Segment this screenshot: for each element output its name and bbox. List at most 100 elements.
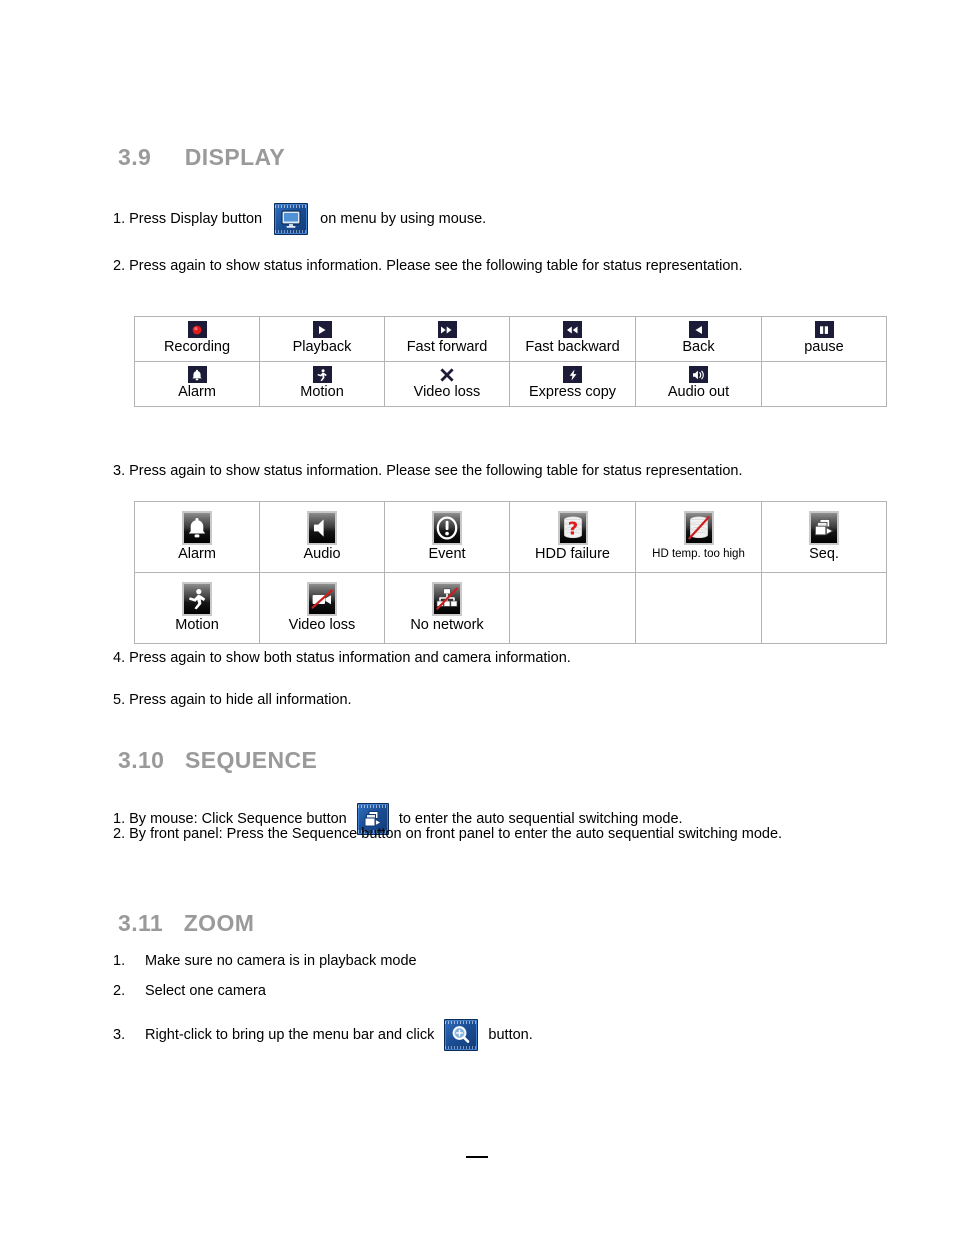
cell-label: Motion	[300, 384, 344, 400]
exclamation-circle-icon	[432, 510, 462, 545]
cell-content: Seq.	[764, 510, 884, 563]
cell-label: HD temp. too high	[652, 547, 745, 560]
zoom-step-3: 3. Right-click to bring up the menu bar a…	[113, 1019, 533, 1051]
cell-label: Fast forward	[406, 339, 488, 355]
svg-text:?: ?	[567, 518, 577, 539]
cell-label: Video loss	[413, 384, 481, 400]
magnifier-plus-icon[interactable]	[444, 1019, 479, 1051]
heading-display-number: 3.9	[118, 144, 152, 170]
network-slash-icon	[432, 581, 462, 616]
motion-person-icon	[312, 366, 332, 383]
speaker-icon	[307, 510, 337, 545]
table-cell-event: Event	[384, 501, 510, 573]
table-cell-pause: pause	[761, 316, 887, 362]
table-cell-recording: Recording	[134, 316, 260, 362]
table-row: Recording Playback Fast forward Fast backwa…	[134, 316, 887, 362]
cell-content: Playback	[262, 321, 382, 356]
cell-label: Video loss	[288, 616, 356, 633]
camera-slash-icon	[307, 581, 337, 616]
zoom-step-1-text: Make sure no camera is in playback mode	[145, 953, 417, 969]
monitor-icon[interactable]	[274, 203, 309, 235]
heading-sequence-number: 3.10	[118, 747, 165, 773]
display-step-1-pre: 1. Press Display button	[113, 210, 263, 227]
table-row: Alarm Audio Event? HDD failure HD temp. too …	[134, 501, 887, 573]
table-cell-alarm: Alarm	[134, 361, 260, 407]
table-cell-express-copy: Express copy	[509, 361, 636, 407]
document-page: 3.9 DISPLAY 1. Press Display button on m…	[0, 0, 954, 1235]
cell-content: Back	[638, 321, 759, 356]
fast-forward-icon	[437, 321, 457, 338]
status-table-1-body: Recording Playback Fast forward Fast backwa…	[134, 316, 887, 407]
cell-content: Fast forward	[387, 321, 507, 356]
display-step-4: 4. Press again to show both status infor…	[113, 650, 571, 666]
heading-zoom-number: 3.11	[118, 910, 164, 936]
table-cell-empty	[509, 572, 636, 644]
table-cell-seq: Seq.	[761, 501, 887, 573]
cell-content: Recording	[137, 321, 257, 356]
cell-content: HD temp. too high	[638, 510, 759, 563]
table-cell-no-network: No network	[384, 572, 510, 644]
cell-label: Alarm	[178, 545, 216, 562]
play-icon	[312, 321, 332, 338]
lightning-icon	[563, 366, 582, 383]
zoom-step-1-marker: 1.	[113, 953, 126, 969]
table-cell-empty	[761, 361, 887, 407]
cell-label: HDD failure	[535, 545, 610, 562]
cell-label: Playback	[292, 339, 352, 355]
table-cell-fast-backward: Fast backward	[509, 316, 636, 362]
table-cell-hd-temp-too-high: HD temp. too high	[635, 501, 762, 573]
table-cell-alarm: Alarm	[134, 501, 260, 573]
cell-label: Event	[428, 545, 466, 562]
table-cell-motion: Motion	[134, 572, 260, 644]
cell-label: Audio	[303, 545, 341, 562]
back-icon	[689, 321, 708, 338]
heading-sequence: 3.10 SEQUENCE	[118, 747, 317, 774]
hdd-question-icon: ?	[557, 510, 588, 545]
cell-label: Back	[682, 339, 715, 355]
sequence-icon	[809, 510, 839, 545]
heading-display-title: DISPLAY	[184, 144, 286, 170]
table-cell-empty	[635, 572, 762, 644]
table-cell-audio-out: Audio out	[635, 361, 762, 407]
heading-zoom-title: ZOOM	[183, 910, 255, 936]
zoom-step-2-text: Select one camera	[145, 983, 266, 999]
cell-content: Motion	[262, 366, 382, 401]
cell-content: Audio	[262, 510, 382, 563]
bell-icon	[187, 366, 207, 383]
heading-zoom: 3.11 ZOOM	[118, 910, 254, 937]
cell-content: No network	[387, 581, 507, 634]
cell-label: pause	[804, 339, 844, 355]
cell-content: Fast backward	[512, 321, 633, 356]
cell-content: Event	[387, 510, 507, 563]
footer-dash	[466, 1156, 488, 1158]
zoom-step-1: 1. Make sure no camera is in playback mod…	[113, 953, 533, 969]
display-step-2: 2. Press again to show status informatio…	[113, 258, 743, 274]
cell-label: Fast backward	[525, 339, 620, 355]
cell-content: Video loss	[387, 366, 507, 401]
cell-label: Seq.	[809, 545, 839, 562]
fast-backward-icon	[563, 321, 582, 338]
pause-icon	[814, 321, 834, 338]
display-step-3: 3. Press again to show status informatio…	[113, 463, 743, 479]
display-step-1: 1. Press Display button on menu by using…	[113, 203, 486, 235]
cell-label: No network	[410, 616, 484, 633]
zoom-step-3-post: button.	[488, 1026, 533, 1043]
table-cell-motion: Motion	[259, 361, 385, 407]
status-table-1: Recording Playback Fast forward Fast backwa…	[134, 316, 887, 407]
cell-content: Motion	[137, 581, 257, 634]
zoom-step-2: 2. Select one camera	[113, 983, 533, 999]
cell-content: Express copy	[512, 366, 633, 401]
cell-label: Express copy	[528, 384, 617, 400]
table-cell-video-loss: Video loss	[259, 572, 385, 644]
cell-content: Alarm	[137, 510, 257, 563]
speaker-icon	[689, 366, 708, 383]
table-row: Alarm Motion Video loss Express copy Audio o…	[134, 361, 887, 407]
table-row: Motion Video loss No network	[134, 572, 887, 644]
cell-label: Audio out	[667, 384, 730, 400]
cell-label: Motion	[175, 616, 219, 633]
status-table-2: Alarm Audio Event? HDD failure HD temp. too …	[134, 501, 887, 644]
record-dot-icon	[187, 321, 207, 338]
cell-label: Recording	[163, 339, 231, 355]
zoom-step-3-marker: 3.	[113, 1026, 126, 1043]
x-cross-icon	[438, 366, 457, 383]
